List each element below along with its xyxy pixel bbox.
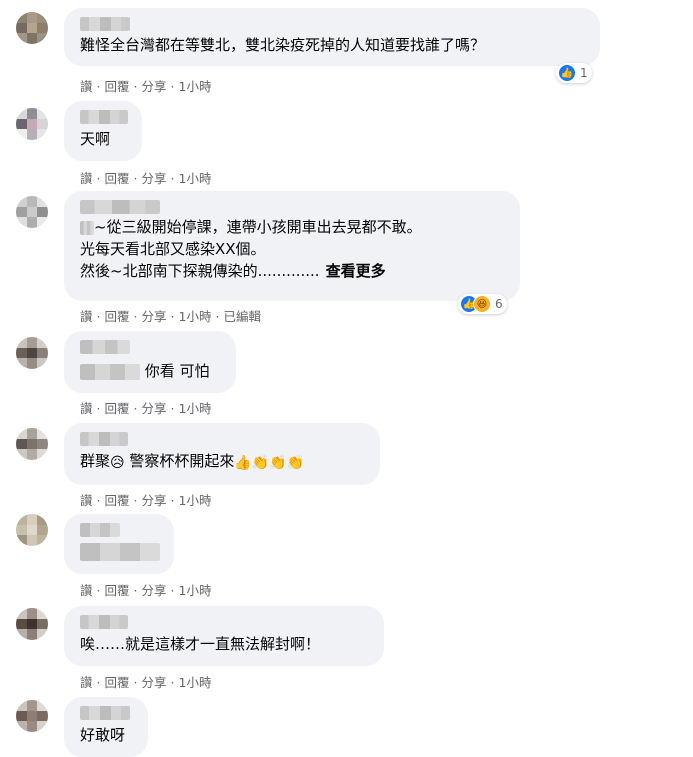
haha-reaction-icon: 😆 xyxy=(473,295,491,313)
avatar[interactable] xyxy=(16,337,48,369)
timestamp[interactable]: 1小時 xyxy=(179,583,212,598)
comment-bubble xyxy=(64,514,174,574)
commenter-name[interactable] xyxy=(80,523,120,537)
commenter-name[interactable] xyxy=(80,200,160,214)
comment-bubble: 天啊 xyxy=(64,101,142,161)
comment-actions: 讚 · 回覆 · 分享 · 1小時 · 已編輯 xyxy=(80,309,261,324)
comment-text-line: 你看 可怕 xyxy=(80,360,224,382)
timestamp[interactable]: 1小時 xyxy=(179,309,212,324)
timestamp[interactable]: 1小時 xyxy=(179,675,212,690)
avatar[interactable] xyxy=(16,514,48,546)
share-button[interactable]: 分享 xyxy=(142,493,167,508)
timestamp[interactable]: 1小時 xyxy=(179,493,212,508)
share-button[interactable]: 分享 xyxy=(142,583,167,598)
redacted-comment-text xyxy=(80,543,160,561)
comment-actions: 讚 · 回覆 · 分享 · 1小時 xyxy=(80,493,212,508)
commenter-name[interactable] xyxy=(80,615,128,629)
comment-text: 你看 可怕 xyxy=(144,362,210,380)
share-button[interactable]: 分享 xyxy=(142,401,167,416)
comment-bubble: 好敢呀 xyxy=(64,697,148,757)
reaction-summary[interactable]: 👍 1 xyxy=(556,63,592,83)
comment-actions: 讚 · 回覆 · 分享 · 1小時 xyxy=(80,401,212,416)
comment-text-line: 光每天看北部又感染XX個。 xyxy=(80,240,266,258)
worried-emoji-icon: 😥 xyxy=(110,455,125,471)
reply-button[interactable]: 回覆 xyxy=(105,79,130,94)
timestamp[interactable]: 1小時 xyxy=(179,401,212,416)
like-reaction-icon: 👍 xyxy=(558,64,576,82)
commenter-name[interactable] xyxy=(80,110,128,124)
avatar[interactable] xyxy=(16,108,48,140)
share-button[interactable]: 分享 xyxy=(142,79,167,94)
reply-button[interactable]: 回覆 xyxy=(105,401,130,416)
commenter-name[interactable] xyxy=(80,706,130,720)
like-button[interactable]: 讚 xyxy=(80,309,93,324)
comment-text-line: ~從三級開始停課，連帶小孩開車出去晃都不敢。 xyxy=(80,216,508,238)
reply-button[interactable]: 回覆 xyxy=(105,583,130,598)
comment-actions: 讚 · 回覆 · 分享 · 1小時 xyxy=(80,171,212,186)
comment-text: 唉……就是這樣才一直無法解封啊！ xyxy=(80,635,321,653)
share-button[interactable]: 分享 xyxy=(142,171,167,186)
reply-button[interactable]: 回覆 xyxy=(105,171,130,186)
reply-button[interactable]: 回覆 xyxy=(105,675,130,690)
comment-text-line: 群聚😥 警察杯杯開起來👍👏👏👏 xyxy=(80,452,305,471)
like-button[interactable]: 讚 xyxy=(80,583,93,598)
comment-text: 難怪全台灣都在等雙北，雙北染疫死掉的人知道要找誰了嗎？ xyxy=(80,36,486,54)
avatar[interactable] xyxy=(16,12,48,44)
comment-bubble: 難怪全台灣都在等雙北，雙北染疫死掉的人知道要找誰了嗎？ xyxy=(64,8,600,66)
like-button[interactable]: 讚 xyxy=(80,675,93,690)
like-button[interactable]: 讚 xyxy=(80,401,93,416)
timestamp[interactable]: 1小時 xyxy=(179,79,212,94)
comment-actions: 讚 · 回覆 · 分享 · 1小時 xyxy=(80,583,212,598)
edited-label: 已編輯 xyxy=(223,309,261,324)
commenter-name[interactable] xyxy=(80,432,128,446)
avatar[interactable] xyxy=(16,196,48,228)
redacted-mention xyxy=(80,220,94,235)
comment-actions: 讚 · 回覆 · 分享 · 1小時 xyxy=(80,79,212,94)
reaction-count: 6 xyxy=(495,297,503,311)
commenter-name[interactable] xyxy=(80,340,130,354)
reaction-count: 1 xyxy=(580,66,588,80)
avatar[interactable] xyxy=(16,700,48,732)
timestamp[interactable]: 1小時 xyxy=(179,171,212,186)
comment-bubble: 唉……就是這樣才一直無法解封啊！ xyxy=(64,606,384,666)
avatar[interactable] xyxy=(16,608,48,640)
comment-bubble: ~從三級開始停課，連帶小孩開車出去晃都不敢。 光每天看北部又感染XX個。 然後~… xyxy=(64,191,520,301)
comment-text: 好敢呀 xyxy=(80,726,126,744)
like-button[interactable]: 讚 xyxy=(80,171,93,186)
reply-button[interactable]: 回覆 xyxy=(105,493,130,508)
like-button[interactable]: 讚 xyxy=(80,493,93,508)
see-more-link[interactable]: 查看更多 xyxy=(326,262,386,280)
comment-text-line: 然後~北部南下探親傳染的............. 查看更多 xyxy=(80,262,386,280)
commenter-name[interactable] xyxy=(80,17,130,31)
like-button[interactable]: 讚 xyxy=(80,79,93,94)
share-button[interactable]: 分享 xyxy=(142,675,167,690)
redacted-mention xyxy=(80,363,140,380)
reaction-summary[interactable]: 👍 😆 6 xyxy=(458,294,507,314)
avatar[interactable] xyxy=(16,428,48,460)
comment-bubble: 群聚😥 警察杯杯開起來👍👏👏👏 xyxy=(64,423,380,485)
clap-emoji-icon: 👍👏👏👏 xyxy=(234,455,305,471)
comment-text: 天啊 xyxy=(80,130,111,148)
share-button[interactable]: 分享 xyxy=(142,309,167,324)
comment-bubble: 你看 可怕 xyxy=(64,331,236,393)
reply-button[interactable]: 回覆 xyxy=(105,309,130,324)
comment-actions: 讚 · 回覆 · 分享 · 1小時 xyxy=(80,675,212,690)
